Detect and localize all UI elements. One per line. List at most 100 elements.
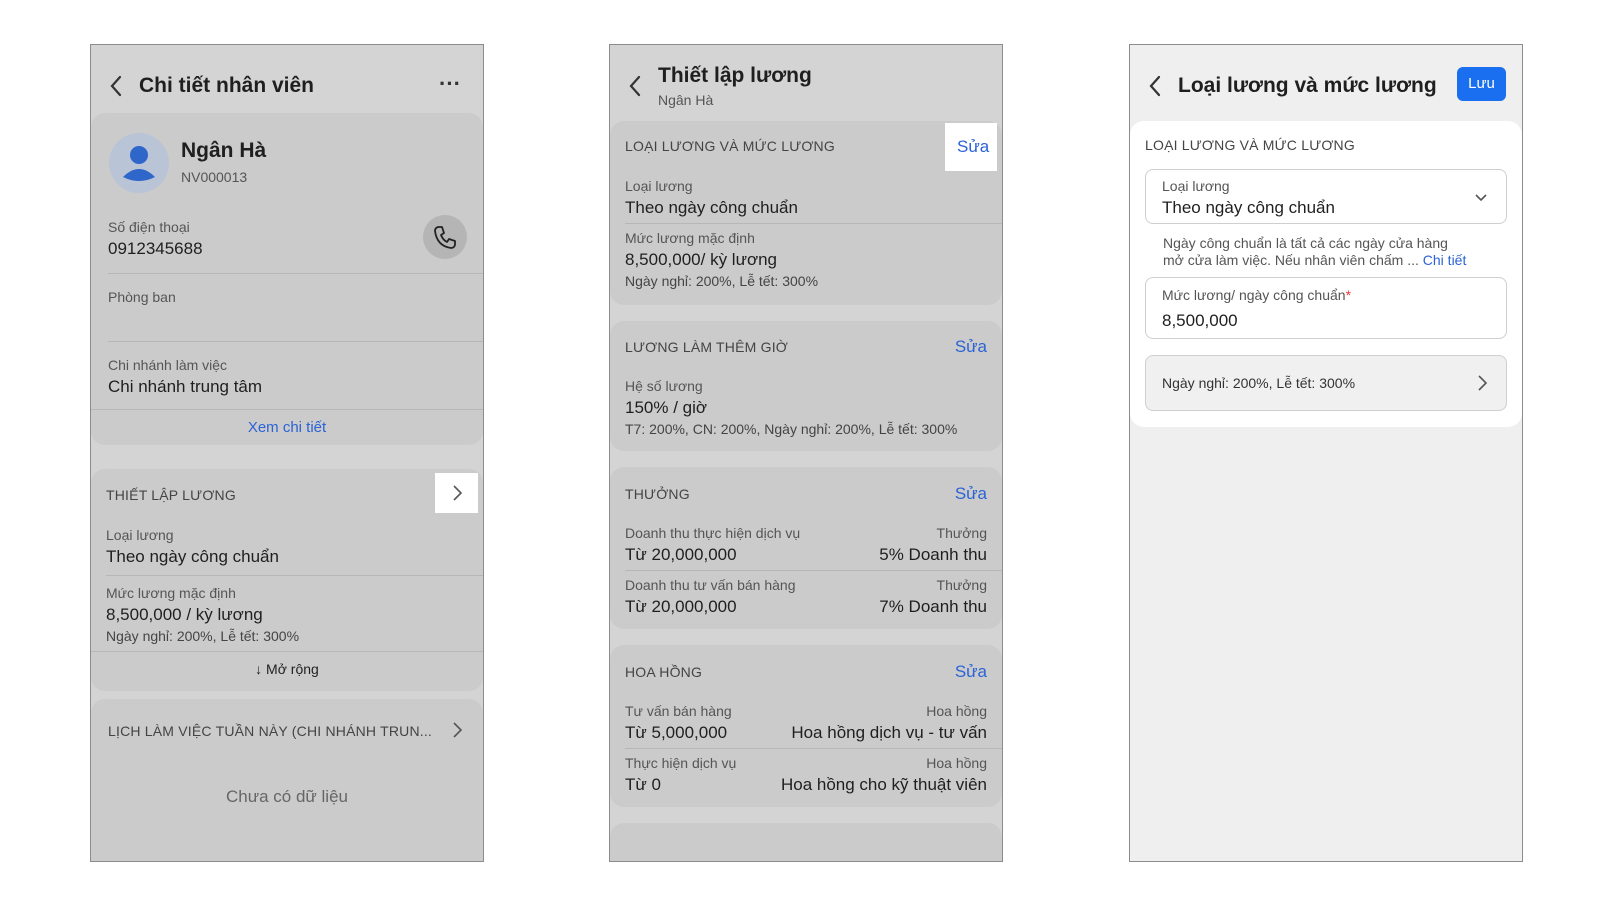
select-label: Loại lương [1162,178,1230,194]
divider [108,341,483,342]
detail-link[interactable]: Chi tiết [1423,252,1467,268]
phone-icon[interactable] [423,215,467,259]
section-title: THIẾT LẬP LƯƠNG [106,487,236,503]
employee-detail-screen: Chi tiết nhân viên ··· Ngân Hà NV000013 … [90,44,484,862]
save-button[interactable]: Lưu [1457,67,1506,101]
schedule-card[interactable]: LỊCH LÀM VIỆC TUẦN NÀY (CHI NHÁNH TRUN..… [91,699,483,861]
employee-info-card: Ngân Hà NV000013 Số điện thoại 091234568… [91,113,483,445]
commission-row-value: Từ 0 [625,775,661,794]
department-label: Phòng ban [108,289,176,305]
field-label-text: Mức lương/ ngày công chuẩn [1162,287,1346,303]
help-line-text: mở cửa làm việc. Nếu nhân viên chấm ... [1163,252,1419,268]
commission-label: Hoa hồng [926,755,987,771]
page-title: Chi tiết nhân viên [139,74,315,97]
holiday-note: Ngày nghỉ: 200%, Lễ tết: 300% [625,273,819,289]
help-text: Ngày công chuẩn là tất cả các ngày cửa h… [1163,235,1507,269]
back-icon[interactable] [109,75,123,97]
salary-type-card: LOẠI LƯƠNG VÀ MỨC LƯƠNG Sửa Loại lương T… [610,121,1002,305]
back-icon[interactable] [628,75,642,97]
commission-row-label: Tư vấn bán hàng [625,703,732,719]
default-salary-label: Mức lương mặc định [625,230,755,246]
bonus-row-label: Doanh thu tư vấn bán hàng [625,577,796,593]
form-card: LOẠI LƯƠNG VÀ MỨC LƯƠNG Loại lương Theo … [1130,121,1522,427]
section-title: THƯỞNG [625,486,690,502]
commission-value: Hoa hồng cho kỹ thuật viên [780,775,987,794]
section-title: HOA HỒNG [625,664,703,680]
employee-code: NV000013 [181,169,248,185]
holiday-rate-text: Ngày nghỉ: 200%, Lễ tết: 300% [1162,375,1356,391]
page-title: Loại lương và mức lương [1178,74,1437,97]
branch-value: Chi nhánh trung tâm [108,377,263,396]
view-detail-link[interactable]: Xem chi tiết [91,419,483,436]
expand-button[interactable]: ↓ Mở rộng [91,661,483,677]
employee-name: Ngân Hà [181,139,267,162]
overtime-note: T7: 200%, CN: 200%, Ngày nghỉ: 200%, Lễ … [625,421,958,437]
empty-state: Chưa có dữ liệu [226,787,348,806]
branch-label: Chi nhánh làm việc [108,357,228,373]
holiday-rate-row[interactable]: Ngày nghỉ: 200%, Lễ tết: 300% [1145,355,1507,411]
chevron-right-icon [1476,374,1488,397]
divider [625,748,1002,749]
back-icon[interactable] [1148,75,1162,97]
bonus-row-value: Từ 20,000,000 [625,597,737,616]
next-card [610,823,1002,861]
phone-label: Số điện thoại [108,219,190,235]
salary-type-label: Loại lương [106,527,174,543]
edit-button[interactable]: Sửa [955,337,987,357]
page-subtitle: Ngân Hà [658,92,714,108]
salary-setup-chevron-button[interactable] [435,473,478,513]
bonus-row-value: Từ 20,000,000 [625,545,737,564]
bonus-label: Thưởng [936,577,987,593]
divider [91,409,483,410]
divider [91,651,483,652]
header: Chi tiết nhân viên ··· [91,45,483,115]
header: Loại lương và mức lương Lưu [1130,45,1522,115]
select-value: Theo ngày công chuẩn [1162,198,1335,217]
salary-amount-field[interactable]: Mức lương/ ngày công chuẩn* 8,500,000 [1145,277,1507,339]
salary-type-label: Loại lương [625,178,693,194]
help-line: Ngày công chuẩn là tất cả các ngày cửa h… [1163,235,1448,251]
header: Thiết lập lương Ngân Hà [610,45,1002,115]
default-salary-value: 8,500,000 / kỳ lương [106,605,263,624]
section-title: LƯƠNG LÀM THÊM GIỜ [625,339,788,355]
edit-button[interactable]: Sửa [955,484,987,504]
default-salary-value: 8,500,000/ kỳ lương [625,250,778,269]
chevron-right-icon [451,484,463,507]
commission-row-label: Thực hiện dịch vụ [625,755,737,771]
help-line: mở cửa làm việc. Nếu nhân viên chấm ... … [1163,252,1507,269]
chevron-down-icon [1474,190,1488,208]
salary-type-select[interactable]: Loại lương Theo ngày công chuẩn [1145,169,1507,224]
avatar [109,133,169,193]
divider [625,223,1002,224]
salary-setup-screen: Thiết lập lương Ngân Hà LOẠI LƯƠNG VÀ MỨ… [609,44,1003,862]
bonus-row-label: Doanh thu thực hiện dịch vụ [625,525,801,541]
phone-value: 0912345688 [108,239,203,258]
chevron-right-icon [451,721,463,744]
coefficient-label: Hệ số lương [625,378,703,394]
field-value: 8,500,000 [1162,311,1238,330]
bonus-value: 5% Doanh thu [879,545,987,564]
divider [625,570,1002,571]
salary-type-edit-screen: Loại lương và mức lương Lưu LOẠI LƯƠNG V… [1129,44,1523,862]
section-title: LOẠI LƯƠNG VÀ MỨC LƯƠNG [625,138,835,154]
more-icon[interactable]: ··· [439,71,461,97]
commission-value: Hoa hồng dịch vụ - tư vấn [791,723,987,742]
bonus-value: 7% Doanh thu [879,597,987,616]
salary-type-value: Theo ngày công chuẩn [106,547,279,566]
bonus-card: THƯỞNG Sửa Doanh thu thực hiện dịch vụ T… [610,467,1002,629]
divider [106,575,483,576]
commission-card: HOA HỒNG Sửa Tư vấn bán hàng Từ 5,000,00… [610,645,1002,807]
commission-label: Hoa hồng [926,703,987,719]
bonus-label: Thưởng [936,525,987,541]
section-title: LOẠI LƯƠNG VÀ MỨC LƯƠNG [1145,137,1355,153]
default-salary-label: Mức lương mặc định [106,585,236,601]
divider [108,273,483,274]
commission-row-value: Từ 5,000,000 [625,723,728,742]
section-title: LỊCH LÀM VIỆC TUẦN NÀY (CHI NHÁNH TRUN..… [108,723,433,739]
required-mark: * [1345,287,1352,303]
edit-label: Sửa [957,137,990,156]
edit-button[interactable]: Sửa [955,662,987,682]
page-title: Thiết lập lương [658,64,812,87]
edit-button[interactable]: Sửa [945,123,997,171]
holiday-note: Ngày nghỉ: 200%, Lễ tết: 300% [106,628,300,644]
